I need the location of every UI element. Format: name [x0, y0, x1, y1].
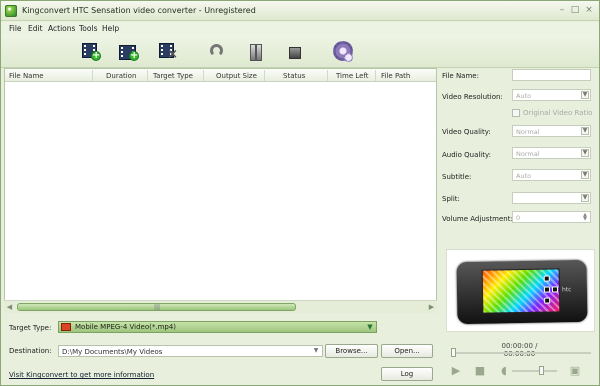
volume-slider-knob[interactable]	[539, 366, 544, 375]
minimize-icon[interactable]: –	[556, 5, 568, 16]
audio-quality-select: Normal ▼	[512, 147, 591, 159]
header-output-size[interactable]: Output Size	[216, 72, 257, 80]
video-preview: htc	[446, 249, 595, 332]
menu-actions[interactable]: Actions	[48, 24, 75, 33]
stop-icon[interactable]	[283, 40, 305, 62]
pause-icon[interactable]	[244, 40, 266, 62]
browse-button[interactable]: Browse...	[325, 344, 378, 358]
header-duration[interactable]: Duration	[106, 72, 136, 80]
header-file-path[interactable]: File Path	[381, 72, 410, 80]
open-button[interactable]: Open...	[381, 344, 433, 358]
audio-quality-label: Audio Quality:	[442, 151, 491, 159]
subtitle-select: Auto ▼	[512, 169, 591, 181]
volume-icon[interactable]: ◖	[498, 365, 510, 377]
menu-file[interactable]: File	[9, 24, 22, 33]
header-status[interactable]: Status	[283, 72, 305, 80]
header-time-left[interactable]: Time Left	[336, 72, 369, 80]
close-icon[interactable]: ×	[583, 5, 595, 16]
remove-video-icon[interactable]: ×	[157, 40, 179, 62]
snapshot-icon[interactable]: ▣	[569, 365, 581, 377]
menu-tools[interactable]: Tools	[79, 24, 97, 33]
subtitle-label: Subtitle:	[442, 173, 472, 181]
header-file-name[interactable]: File Name	[9, 72, 44, 80]
toolbar: + + ×	[1, 35, 599, 68]
conversion-table[interactable]: File Name Duration Target Type Output Si…	[4, 68, 437, 313]
menu-help[interactable]: Help	[102, 24, 119, 33]
split-label: Split:	[442, 195, 460, 203]
add-video-icon[interactable]: +	[80, 40, 102, 62]
original-video-ratio-label: Original Video Ratio	[523, 109, 593, 117]
playback-progress-knob[interactable]	[451, 348, 456, 357]
playback-time: 00:00:00 / 00:00:00	[501, 342, 538, 358]
bottom-border	[4, 382, 598, 385]
stop-playback-icon[interactable]: ■	[474, 365, 486, 377]
playback-progress-track[interactable]	[453, 352, 591, 354]
destination-dropdown-icon[interactable]: ▼	[311, 346, 321, 356]
video-quality-label: Video Quality:	[442, 128, 491, 136]
target-type-label: Target Type:	[9, 324, 52, 332]
destination-label: Destination:	[9, 347, 52, 355]
kingconvert-app-icon	[5, 5, 17, 17]
window-title: Kingconvert HTC Sensation video converte…	[22, 6, 256, 15]
htc-phone-image: htc	[456, 259, 588, 325]
application-window: Kingconvert HTC Sensation video converte…	[0, 0, 600, 386]
horizontal-scrollbar[interactable]: ◀ ||| ▶	[4, 300, 437, 313]
menu-bar: File Edit Actions Tools Help	[1, 22, 599, 35]
phone-brand-label: htc	[561, 286, 572, 294]
original-video-ratio-checkbox	[512, 109, 520, 117]
destination-input[interactable]: D:\My Documents\My Videos	[58, 345, 323, 357]
target-type-select[interactable]: Mobile MPEG-4 Video(*.mp4) ▼	[58, 321, 377, 333]
scroll-right-icon[interactable]: ▶	[426, 302, 437, 312]
play-icon[interactable]: ▶	[450, 365, 462, 377]
table-header: File Name Duration Target Type Output Si…	[5, 69, 436, 82]
add-folder-icon[interactable]: +	[118, 40, 140, 62]
header-target-type[interactable]: Target Type	[153, 72, 193, 80]
kingconvert-website-link[interactable]: Visit Kingconvert to get more informatio…	[9, 371, 154, 379]
file-name-label: File Name:	[442, 72, 479, 80]
file-name-field	[512, 69, 591, 81]
split-select: ▼	[512, 192, 591, 204]
volume-adjustment-input: 0 ▲ ▼	[512, 211, 591, 223]
video-resolution-select: Auto ▼	[512, 89, 591, 101]
undo-icon[interactable]	[205, 40, 227, 62]
volume-slider-track[interactable]	[512, 370, 557, 372]
title-bar[interactable]: Kingconvert HTC Sensation video converte…	[1, 1, 599, 21]
maximize-icon[interactable]: □	[569, 5, 581, 16]
video-resolution-label: Video Resolution:	[442, 93, 503, 101]
target-type-dropdown-icon[interactable]: ▼	[365, 323, 375, 332]
scroll-thumb[interactable]: |||	[17, 303, 296, 311]
phone-screen	[481, 268, 561, 314]
volume-adjustment-label: Volume Adjustment:	[442, 215, 513, 223]
menu-edit[interactable]: Edit	[28, 24, 43, 33]
mp4-format-icon	[61, 323, 71, 331]
settings-gear-icon[interactable]	[331, 40, 353, 62]
log-button[interactable]: Log	[381, 367, 433, 381]
scroll-left-icon[interactable]: ◀	[4, 302, 15, 312]
video-quality-select: Normal ▼	[512, 125, 591, 137]
